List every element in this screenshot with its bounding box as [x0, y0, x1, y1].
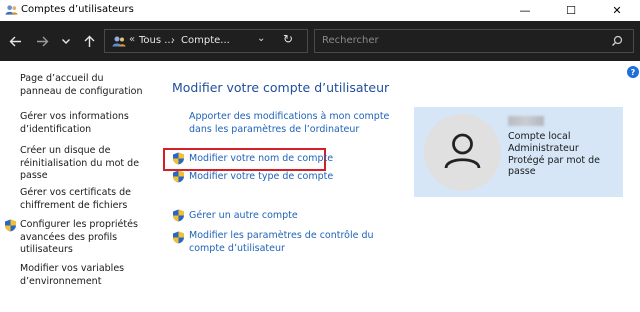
window-title: Comptes d’utilisateurs — [21, 4, 134, 15]
search-input[interactable]: Rechercher — [322, 35, 379, 46]
close-icon: ✕ — [612, 4, 622, 17]
arrow-up-icon — [84, 35, 94, 47]
recent-locations-button[interactable] — [57, 32, 75, 50]
sidebar-item-encryption-certificates[interactable]: Gérer vos certificats de chiffrement de … — [20, 187, 148, 212]
maximize-icon: ☐ — [566, 4, 576, 17]
sidebar-item-manage-credentials[interactable]: Gérer vos informations d’identification — [20, 111, 148, 136]
minimize-button[interactable]: — — [502, 0, 548, 21]
link-uac-settings[interactable]: Modifier les paramètres de contrôle du c… — [189, 230, 399, 255]
maximize-button[interactable]: ☐ — [548, 0, 594, 21]
user-icon — [444, 133, 481, 169]
close-button[interactable]: ✕ — [594, 0, 640, 21]
navigation-bar: « Tous ... › Compte... ⌄ ↻ Rechercher — [0, 21, 640, 61]
sidebar: Page d’accueil du panneau de configurati… — [0, 61, 150, 312]
page-title: Modifier votre compte d’utilisateur — [172, 80, 390, 95]
search-box[interactable]: Rechercher — [314, 29, 634, 53]
sidebar-item-password-reset-disk[interactable]: Créer un disque de réinitialisation du m… — [20, 145, 148, 183]
link-change-account-name[interactable]: Modifier votre nom de compte — [189, 153, 333, 166]
account-type: Compte local — [508, 131, 571, 142]
breadcrumb-user-accounts[interactable]: Compte... — [181, 35, 230, 46]
sidebar-item-advanced-profile-properties[interactable]: Configurer les propriétés avancées des p… — [20, 219, 148, 257]
address-dropdown-icon[interactable]: ⌄ — [257, 33, 265, 44]
account-panel: Compte local Administrateur Protégé par … — [414, 107, 623, 197]
users-icon — [5, 5, 18, 15]
account-protection: Protégé par mot de passe — [508, 155, 600, 177]
arrow-right-icon — [36, 36, 48, 46]
breadcrumb-separator[interactable]: › — [171, 35, 175, 46]
help-button[interactable]: ? — [627, 66, 639, 78]
link-change-account-type[interactable]: Modifier votre type de compte — [189, 171, 333, 184]
avatar — [424, 114, 501, 191]
arrow-left-icon — [9, 36, 21, 46]
refresh-icon[interactable]: ↻ — [283, 32, 293, 46]
link-manage-another-account[interactable]: Gérer un autre compte — [189, 210, 298, 223]
forward-button[interactable] — [33, 32, 51, 50]
breadcrumb-all-items[interactable]: Tous ... — [139, 35, 174, 46]
title-bar: Comptes d’utilisateurs — ☐ ✕ — [0, 0, 640, 21]
minimize-icon: — — [519, 4, 531, 17]
sidebar-item-control-panel-home[interactable]: Page d’accueil du panneau de configurati… — [20, 73, 148, 98]
account-name-blurred — [508, 116, 544, 126]
chevron-down-icon — [62, 39, 70, 44]
back-button[interactable] — [6, 32, 24, 50]
users-icon — [112, 36, 126, 47]
uac-shield-icon — [173, 231, 184, 244]
uac-shield-icon — [173, 152, 184, 165]
account-role: Administrateur — [508, 143, 579, 154]
sidebar-item-environment-variables[interactable]: Modifier vos variables d’environnement — [20, 263, 148, 288]
address-bar[interactable]: « Tous ... › Compte... ⌄ ↻ — [104, 29, 308, 53]
uac-shield-icon — [5, 219, 16, 232]
up-button[interactable] — [80, 32, 98, 50]
help-icon: ? — [630, 67, 636, 77]
uac-shield-icon — [173, 170, 184, 183]
content-area: ? Page d’accueil du panneau de configura… — [0, 61, 640, 312]
uac-shield-icon — [173, 209, 184, 222]
search-icon[interactable] — [611, 35, 623, 47]
breadcrumb-overflow[interactable]: « — [129, 34, 135, 45]
link-pc-settings[interactable]: Apporter des modifications à mon compte … — [189, 111, 399, 136]
